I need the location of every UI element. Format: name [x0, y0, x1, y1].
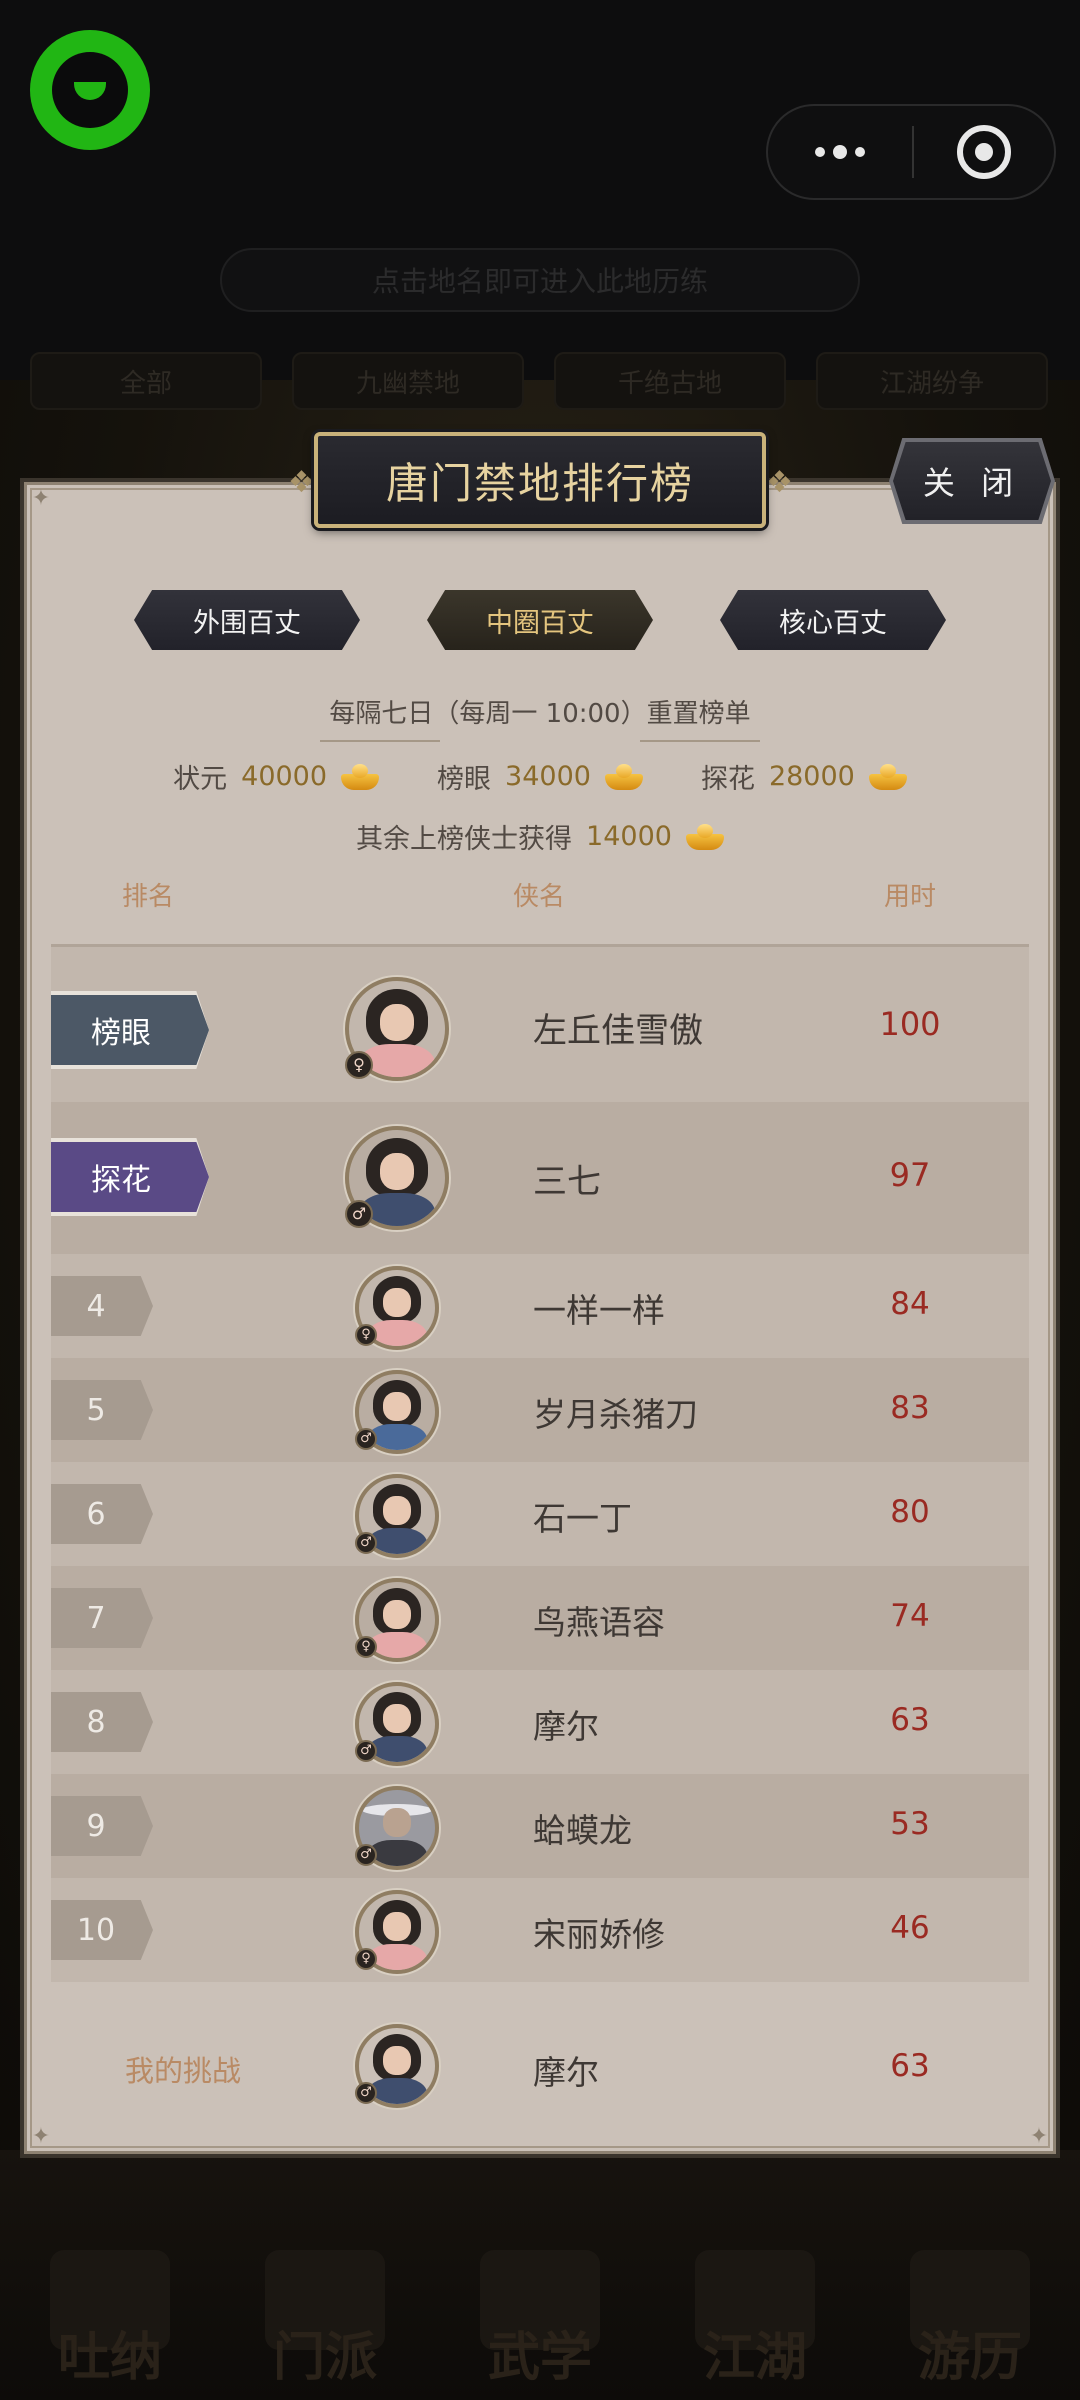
- title-ornament-icon: ❖: [766, 465, 793, 500]
- player-name: 一样一样: [533, 1291, 665, 1330]
- reward-third: 探花 28000: [701, 757, 907, 796]
- my-challenge-label: 我的挑战: [125, 2054, 242, 2088]
- tab-outer[interactable]: 外围百丈: [134, 590, 360, 650]
- player-name: 岁月杀猪刀: [533, 1395, 698, 1434]
- table-row[interactable]: 7 ♀ 鸟燕语容 74: [51, 1566, 1029, 1670]
- table-row[interactable]: 8 ♂ 摩尔 63: [51, 1670, 1029, 1774]
- table-row[interactable]: 6 ♂ 石一丁 80: [51, 1462, 1029, 1566]
- rank-number: 8: [51, 1692, 153, 1752]
- player-name: 宋丽娇修: [533, 1915, 665, 1954]
- rank-badge: 榜眼: [51, 995, 209, 1065]
- rank-number: 9: [51, 1796, 153, 1856]
- player-name: 摩尔: [533, 1707, 599, 1746]
- player-name: 三七: [533, 1162, 601, 1202]
- bottom-nav-jianghu[interactable]: 江湖: [675, 2250, 835, 2390]
- gold-ingot-icon: [868, 763, 907, 790]
- title-ornament-icon: ❖: [288, 465, 315, 500]
- area-tab-all[interactable]: 全部: [30, 352, 262, 410]
- divider: [640, 740, 760, 742]
- male-icon: ♂: [355, 1844, 377, 1866]
- player-name: 摩尔: [533, 2053, 599, 2092]
- time-value: 100: [879, 1005, 941, 1043]
- tab-core[interactable]: 核心百丈: [720, 590, 946, 650]
- female-icon: ♀: [355, 1948, 377, 1970]
- time-value: 97: [889, 1156, 931, 1194]
- time-value: 83: [890, 1390, 930, 1426]
- miniprogram-capsule: [766, 104, 1056, 200]
- table-row[interactable]: 探花 ♂ 三七 97: [51, 1102, 1029, 1254]
- area-tab-qianjue[interactable]: 千绝古地: [554, 352, 786, 410]
- player-name: 石一丁: [533, 1499, 632, 1538]
- gold-ingot-icon: [341, 763, 380, 790]
- bottom-nav-youli[interactable]: 游历: [890, 2250, 1050, 2390]
- rank-badge: 探花: [51, 1142, 209, 1212]
- time-value: 84: [890, 1286, 930, 1322]
- table-row[interactable]: 榜眼 ♀ 左丘佳雪傲 100: [51, 944, 1029, 1102]
- corner-ornament-icon: ✦: [31, 486, 51, 511]
- column-header-name: 侠名: [513, 882, 566, 912]
- corner-ornament-icon: ✦: [1029, 2124, 1049, 2149]
- dot-icon: [855, 147, 865, 157]
- rank-number: 5: [51, 1380, 153, 1440]
- ranking-table: 榜眼 ♀ 左丘佳雪傲 100 探花 ♂ 三七 97 4 ♀ 一样一样 84 5 …: [51, 944, 1029, 1988]
- top-rewards: 状元 40000 榜眼 34000 探花 28000: [0, 757, 1080, 796]
- column-header-rank: 排名: [122, 882, 175, 912]
- time-value: 74: [890, 1598, 930, 1634]
- table-row[interactable]: 10 ♀ 宋丽娇修 46: [51, 1878, 1029, 1982]
- divider: [320, 740, 440, 742]
- bottom-nav-menpai[interactable]: 门派: [245, 2250, 405, 2390]
- reward-champion: 状元 40000: [173, 757, 380, 796]
- rank-number: 7: [51, 1588, 153, 1648]
- dot-icon: [815, 147, 825, 157]
- time-value: 46: [890, 1910, 930, 1946]
- area-tab-jianghu[interactable]: 江湖纷争: [816, 352, 1048, 410]
- time-value: 63: [890, 2048, 930, 2084]
- male-icon: ♂: [355, 2082, 377, 2104]
- dialog-title: 唐门禁地排行榜: [314, 432, 766, 528]
- rank-number: 6: [51, 1484, 153, 1544]
- female-icon: ♀: [355, 1636, 377, 1658]
- table-row[interactable]: 5 ♂ 岁月杀猪刀 83: [51, 1358, 1029, 1462]
- time-value: 63: [890, 1702, 930, 1738]
- table-row[interactable]: 9 ♂ 蛤蟆龙 53: [51, 1774, 1029, 1878]
- dot-icon: [833, 145, 847, 159]
- gold-ingot-icon: [604, 763, 643, 790]
- my-challenge-row[interactable]: 我的挑战 ♂ 摩尔 63: [51, 2002, 1029, 2132]
- female-icon: ♀: [355, 1324, 377, 1346]
- time-value: 53: [890, 1806, 930, 1842]
- male-icon: ♂: [345, 1200, 373, 1228]
- tab-middle[interactable]: 中圈百丈: [427, 590, 653, 650]
- rank-number: 4: [51, 1276, 153, 1336]
- bottom-nav-tuna[interactable]: 吐纳: [30, 2250, 190, 2390]
- rank-number: 10: [51, 1900, 153, 1960]
- female-icon: ♀: [345, 1051, 373, 1079]
- more-options-button[interactable]: [768, 106, 912, 198]
- time-value: 80: [890, 1494, 930, 1530]
- area-tab-jiuyou[interactable]: 九幽禁地: [292, 352, 524, 410]
- rest-reward: 其余上榜侠士获得 14000: [0, 817, 1080, 856]
- exit-miniprogram-button[interactable]: [914, 125, 1054, 179]
- hint-pill: 点击地名即可进入此地历练: [220, 248, 860, 312]
- reward-second: 榜眼 34000: [437, 757, 643, 796]
- column-header-time: 用时: [884, 882, 937, 912]
- player-name: 左丘佳雪傲: [533, 1011, 703, 1051]
- table-row[interactable]: 4 ♀ 一样一样 84: [51, 1254, 1029, 1358]
- bottom-nav-wuxue[interactable]: 武学: [460, 2250, 620, 2390]
- male-icon: ♂: [355, 1428, 377, 1450]
- close-button[interactable]: 关 闭: [893, 442, 1051, 520]
- reset-schedule-text: 每隔七日（每周一 10:00）重置榜单: [329, 699, 751, 729]
- app-logo-icon: [30, 30, 150, 150]
- player-name: 鸟燕语容: [533, 1603, 665, 1642]
- male-icon: ♂: [355, 1532, 377, 1554]
- male-icon: ♂: [355, 1740, 377, 1762]
- gold-ingot-icon: [685, 823, 724, 850]
- target-icon: [957, 125, 1011, 179]
- player-name: 蛤蟆龙: [533, 1811, 632, 1850]
